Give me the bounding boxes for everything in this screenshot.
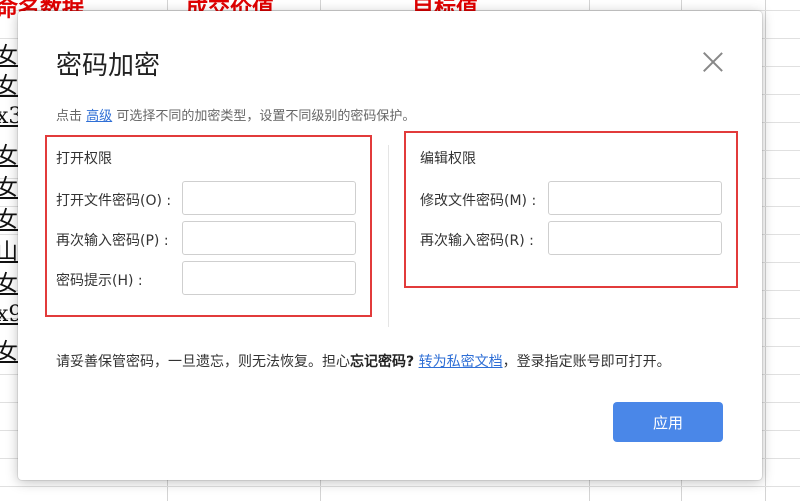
hint-suffix: 可选择不同的加密类型，设置不同级别的密码保护。 [116, 109, 416, 124]
dialog-hint: 点击 高级 可选择不同的加密类型，设置不同级别的密码保护。 [56, 105, 415, 124]
password-encryption-dialog: 密码加密 点击 高级 可选择不同的加密类型，设置不同级别的密码保护。 打开权限 … [18, 11, 762, 480]
open-confirm-password-label: 再次输入密码(P) : [56, 233, 169, 249]
hint-prefix: 点击 [56, 109, 83, 124]
notice-suffix: ，登录指定账号即可打开。 [502, 354, 671, 370]
password-hint-label: 密码提示(H) : [56, 273, 143, 289]
notice-prefix: 请妥善保管密码，一旦遗忘，则无法恢复。担心 [56, 354, 350, 370]
private-doc-link[interactable]: 转为私密文档 [419, 354, 503, 370]
sheet-cell: 女 [0, 208, 19, 233]
column-divider [765, 0, 766, 501]
open-password-input[interactable] [182, 181, 356, 215]
open-password-label: 打开文件密码(O) : [56, 193, 172, 209]
edit-permission-title: 编辑权限 [420, 151, 476, 167]
password-hint-input[interactable] [182, 261, 356, 295]
sheet-cell: 女 [0, 272, 19, 297]
sheet-cell: 女 [0, 144, 19, 169]
sheet-cell: 女 [0, 340, 19, 365]
row-divider [0, 486, 800, 487]
close-icon[interactable] [702, 51, 724, 73]
modify-password-input[interactable] [548, 181, 722, 215]
edit-confirm-password-label: 再次输入密码(R) : [420, 233, 534, 249]
sheet-cell: 女 [0, 44, 19, 69]
section-divider [388, 145, 389, 327]
password-notice: 请妥善保管密码，一旦遗忘，则无法恢复。担心忘记密码? 转为私密文档，登录指定账号… [56, 351, 671, 371]
modify-password-label: 修改文件密码(M) : [420, 193, 537, 209]
apply-button[interactable]: 应用 [613, 402, 723, 442]
edit-confirm-password-input[interactable] [548, 221, 722, 255]
advanced-link[interactable]: 高级 [86, 109, 112, 124]
sheet-cell: 女 [0, 176, 19, 201]
sheet-cell: 女 [0, 74, 19, 99]
open-confirm-password-input[interactable] [182, 221, 356, 255]
open-permission-title: 打开权限 [56, 151, 112, 167]
dialog-title: 密码加密 [56, 51, 161, 81]
notice-bold: 忘记密码? [350, 354, 415, 370]
sheet-cell: 山 [0, 240, 19, 265]
